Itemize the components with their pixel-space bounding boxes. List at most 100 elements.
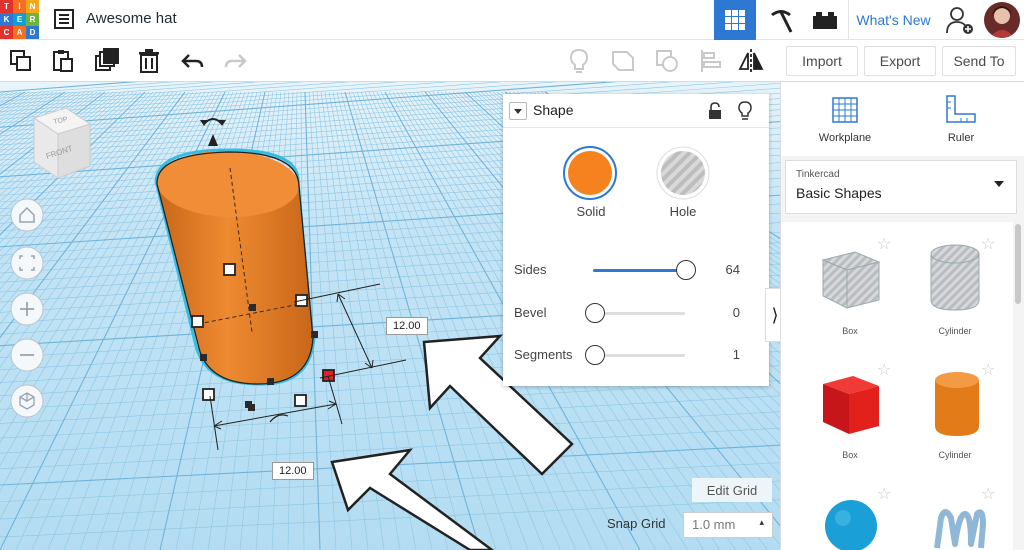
align-icon[interactable]: [698, 48, 724, 74]
corner-handle[interactable]: [202, 388, 215, 401]
whats-new-link[interactable]: What's New: [848, 0, 938, 40]
brick-icon: [813, 12, 837, 29]
shape-sphere-blue[interactable]: [821, 496, 881, 550]
notes-lightbulb-icon[interactable]: [566, 48, 592, 74]
copy-icon[interactable]: [8, 48, 34, 74]
star-icon[interactable]: ☆: [981, 360, 995, 379]
undo-icon[interactable]: [180, 48, 206, 74]
design-title[interactable]: Awesome hat: [86, 10, 177, 27]
avatar-icon: [984, 2, 1020, 38]
shape-panel-title: Shape: [533, 102, 574, 118]
grid-icon: [725, 10, 745, 30]
edit-grid-button[interactable]: Edit Grid: [692, 478, 772, 502]
segments-label: Segments: [514, 347, 573, 362]
fit-view-icon[interactable]: [10, 246, 44, 280]
zoom-out-icon[interactable]: [10, 338, 44, 372]
chevron-down-icon: [514, 108, 522, 114]
chevron-right-icon: ⟩: [771, 304, 779, 326]
workplane-icon[interactable]: [829, 94, 861, 126]
shape-panel-header: Shape: [503, 94, 769, 128]
star-icon[interactable]: ☆: [877, 234, 891, 253]
shape-library-dropdown[interactable]: Tinkercad Basic Shapes: [785, 160, 1017, 214]
paste-icon[interactable]: [50, 48, 76, 74]
shape-box-red[interactable]: [815, 368, 885, 438]
library-name: Basic Shapes: [796, 185, 882, 201]
add-user-button[interactable]: [942, 0, 978, 40]
logo-letter: C: [0, 26, 13, 39]
sides-value[interactable]: 64: [700, 262, 740, 277]
ruler-icon[interactable]: [943, 94, 977, 126]
lock-icon[interactable]: [707, 102, 723, 120]
shape-label-cylinder-orange: Cylinder: [938, 450, 972, 460]
side-handle-left[interactable]: [191, 315, 204, 328]
bevel-slider-knob[interactable]: [585, 303, 605, 323]
depth-dimension-label[interactable]: 12.00: [272, 462, 314, 480]
logo-letter: I: [13, 0, 26, 13]
star-icon[interactable]: ☆: [981, 234, 995, 253]
shape-box-gray[interactable]: [815, 242, 885, 312]
duplicate-icon[interactable]: [94, 48, 120, 74]
bevel-value[interactable]: 0: [700, 305, 740, 320]
redo-icon[interactable]: [222, 48, 248, 74]
delete-icon[interactable]: [136, 48, 162, 74]
solid-label[interactable]: Solid: [563, 204, 619, 219]
shapes-scrollbar[interactable]: [1015, 224, 1021, 304]
shape-inspector-panel: Shape Solid Hole Sides 64 Bevel 0 Segmen…: [503, 94, 769, 386]
shape-label-box: Box: [842, 326, 858, 336]
shapes-grid: Box ☆ Cylinder ☆ Box ☆ Cylinder ☆ ☆ ☆: [781, 222, 1013, 550]
import-button[interactable]: Import: [786, 46, 858, 76]
user-avatar[interactable]: [982, 0, 1022, 40]
height-handle[interactable]: [223, 263, 236, 276]
shape-scribble[interactable]: [931, 504, 987, 550]
sides-label: Sides: [514, 262, 547, 277]
shape-label-box-red: Box: [842, 450, 858, 460]
snap-grid-select[interactable]: 1.0 mm ▴: [683, 512, 773, 538]
sidebar-tools: Workplane Ruler: [781, 82, 1024, 156]
sides-slider-knob[interactable]: [676, 260, 696, 280]
star-icon[interactable]: ☆: [877, 360, 891, 379]
top-bar: TINKERCAD Awesome hat What's New: [0, 0, 1024, 40]
zoom-in-icon[interactable]: [10, 292, 44, 326]
logo-letter: R: [26, 13, 39, 26]
star-icon[interactable]: ☆: [981, 484, 995, 503]
collapse-panel-button[interactable]: [509, 102, 527, 120]
pickaxe-icon: [771, 10, 793, 33]
snap-grid-label: Snap Grid: [607, 516, 666, 531]
minecraft-pickaxe-button[interactable]: [760, 0, 802, 40]
tinkercad-logo[interactable]: TINKERCAD: [0, 0, 40, 40]
ruler-label[interactable]: Ruler: [921, 132, 1001, 144]
lightbulb-icon[interactable]: [737, 101, 753, 121]
logo-letter: T: [0, 0, 13, 13]
home-view-icon[interactable]: [10, 198, 44, 232]
hole-label[interactable]: Hole: [655, 204, 711, 219]
logo-letter: D: [26, 26, 39, 39]
send-to-button[interactable]: Send To: [942, 46, 1016, 76]
star-icon[interactable]: ☆: [877, 484, 891, 503]
lego-bricks-button[interactable]: [804, 0, 846, 40]
group-icon[interactable]: [610, 48, 636, 74]
bevel-slider-track[interactable]: [593, 312, 685, 315]
view-cube[interactable]: TOP FRONT: [20, 104, 96, 184]
logo-letter: K: [0, 13, 13, 26]
stepper-icon: ▴: [759, 517, 764, 527]
solid-color-swatch[interactable]: [562, 145, 618, 201]
workplane-label[interactable]: Workplane: [805, 132, 885, 144]
logo-letter: E: [13, 13, 26, 26]
design-list-icon[interactable]: [54, 9, 74, 29]
sides-slider-fill: [593, 269, 685, 272]
shape-cylinder-orange[interactable]: [929, 368, 985, 440]
shape-cylinder-gray[interactable]: [925, 242, 985, 314]
segments-slider-track[interactable]: [593, 354, 685, 357]
bevel-label: Bevel: [514, 305, 547, 320]
ungroup-icon[interactable]: [654, 48, 680, 74]
segments-value[interactable]: 1: [700, 347, 740, 362]
perspective-toggle-icon[interactable]: [10, 384, 44, 418]
segments-slider-knob[interactable]: [585, 345, 605, 365]
library-source: Tinkercad: [796, 169, 840, 180]
mirror-icon[interactable]: [738, 48, 764, 74]
hole-swatch[interactable]: [655, 145, 711, 201]
3d-design-view-button[interactable]: [714, 0, 756, 40]
right-sidebar: Workplane Ruler Tinkercad Basic Shapes B…: [780, 82, 1024, 550]
add-user-icon: [946, 7, 973, 34]
export-button[interactable]: Export: [864, 46, 936, 76]
